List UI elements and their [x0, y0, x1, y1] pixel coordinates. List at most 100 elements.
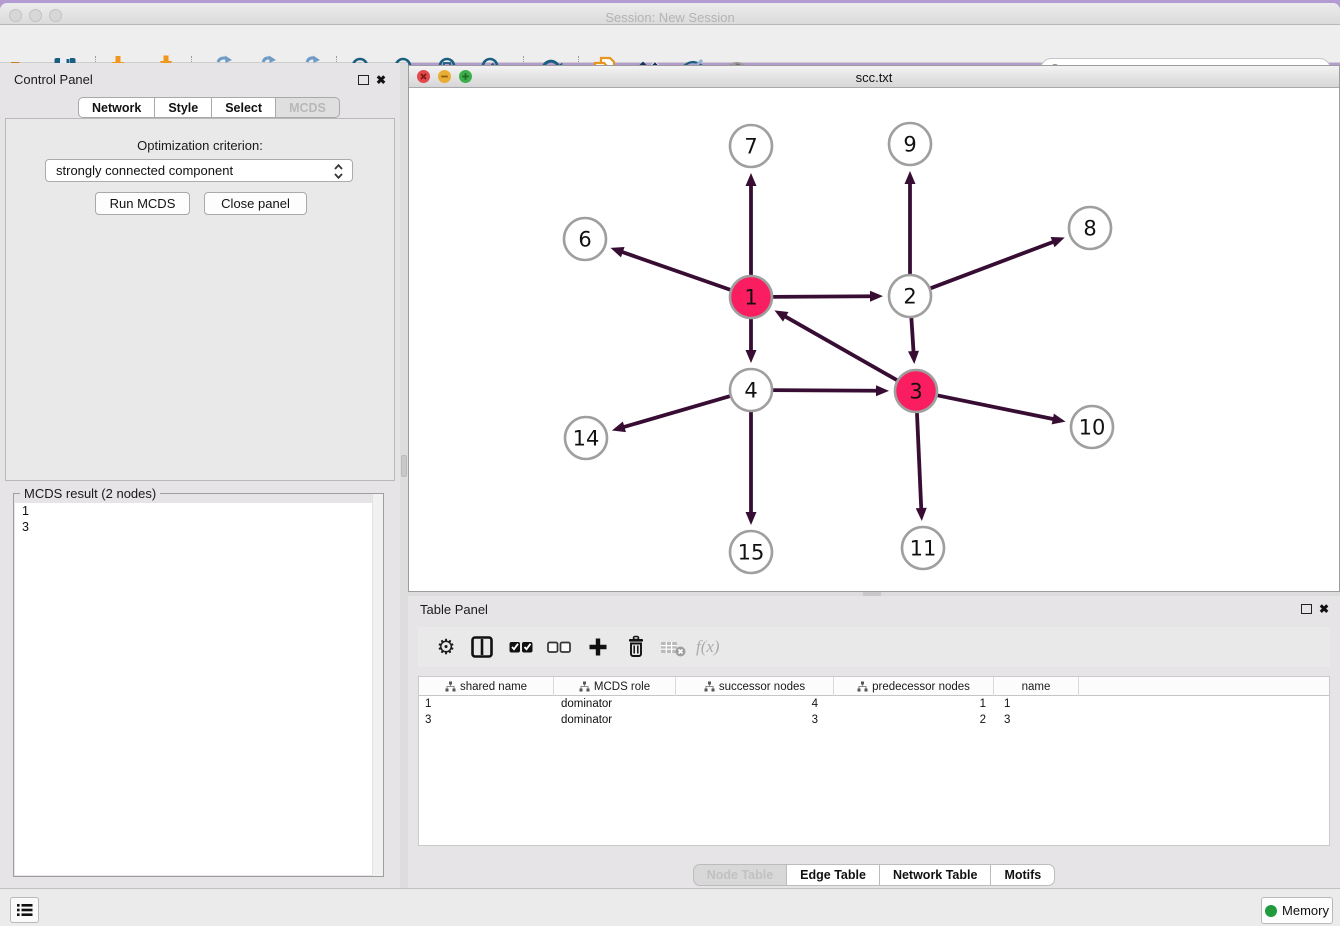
table-row[interactable]: 1dominator411	[419, 696, 1329, 712]
column-label: name	[1022, 681, 1051, 693]
arrowhead-icon	[746, 350, 757, 363]
select-all-icon[interactable]	[506, 632, 536, 662]
mcds-panel: Optimization criterion: strongly connect…	[5, 118, 395, 481]
table-body: 1dominator4113dominator323	[419, 696, 1329, 728]
column-header-MCDS-role[interactable]: MCDS role	[554, 677, 676, 696]
cell-predecessor-nodes[interactable]: 1	[834, 696, 994, 712]
tab-node-table[interactable]: Node Table	[693, 864, 787, 886]
cell-MCDS-role[interactable]: dominator	[554, 712, 676, 728]
add-column-icon[interactable]	[583, 632, 613, 662]
delete-column-icon[interactable]	[621, 632, 651, 662]
close-panel-button[interactable]: Close panel	[204, 192, 307, 215]
settings-gear-icon[interactable]: ⚙	[431, 632, 461, 662]
arrowhead-icon	[908, 351, 919, 364]
show-columns-icon[interactable]	[467, 632, 497, 662]
arrowhead-icon	[870, 291, 883, 302]
optimization-criterion-label: Optimization criterion:	[6, 138, 394, 153]
node-label-8: 8	[1083, 217, 1096, 241]
edge-4-14[interactable]	[621, 395, 733, 428]
network-canvas[interactable]: 7968124314101511	[409, 88, 1339, 591]
edge-1-6[interactable]	[619, 251, 733, 291]
edge-3-10[interactable]	[935, 395, 1057, 420]
column-tree-icon	[704, 681, 715, 692]
tab-network-table[interactable]: Network Table	[880, 864, 992, 886]
table-panel: Table Panel ✖ ⚙ f(x) shared nameMCDS rol…	[408, 596, 1340, 888]
arrowhead-icon	[746, 173, 757, 186]
network-window-title: scc.txt	[409, 70, 1339, 85]
column-header-shared-name[interactable]: shared name	[419, 677, 554, 696]
window-title: Session: New Session	[0, 10, 1340, 25]
node-label-7: 7	[744, 135, 757, 159]
cell-shared-name[interactable]: 1	[419, 696, 554, 712]
node-label-6: 6	[578, 228, 591, 252]
cell-predecessor-nodes[interactable]: 2	[834, 712, 994, 728]
edge-3-11[interactable]	[917, 410, 922, 512]
mcds-result-title: MCDS result (2 nodes)	[20, 486, 160, 501]
node-label-15: 15	[738, 541, 765, 565]
column-header-successor-nodes[interactable]: successor nodes	[676, 677, 834, 696]
column-label: predecessor nodes	[872, 681, 970, 693]
column-label: MCDS role	[594, 681, 650, 693]
edge-2-3[interactable]	[911, 315, 914, 355]
control-panel-float-icon[interactable]	[358, 75, 369, 85]
tab-motifs[interactable]: Motifs	[991, 864, 1055, 886]
main-toolbar	[0, 25, 1340, 63]
table-panel-close-icon[interactable]: ✖	[1319, 603, 1329, 615]
arrowhead-icon	[612, 422, 626, 433]
run-mcds-button[interactable]: Run MCDS	[95, 192, 190, 215]
function-builder-icon[interactable]: f(x)	[696, 632, 726, 662]
table-row[interactable]: 3dominator323	[419, 712, 1329, 728]
tab-mcds[interactable]: MCDS	[276, 97, 340, 118]
arrowhead-icon	[746, 512, 757, 525]
cell-shared-name[interactable]: 3	[419, 712, 554, 728]
tab-edge-table[interactable]: Edge Table	[787, 864, 880, 886]
network-window-titlebar: scc.txt	[409, 66, 1339, 88]
tab-select[interactable]: Select	[212, 97, 276, 118]
edge-3-1[interactable]	[782, 315, 899, 382]
cell-name[interactable]: 1	[994, 696, 1079, 712]
arrowhead-icon	[916, 508, 927, 521]
cell-name[interactable]: 3	[994, 712, 1079, 728]
control-panel-close-icon[interactable]: ✖	[376, 74, 386, 86]
tab-style[interactable]: Style	[155, 97, 212, 118]
memory-button[interactable]: Memory	[1261, 897, 1333, 924]
delete-table-icon[interactable]	[658, 632, 688, 662]
edge-1-2[interactable]	[770, 296, 874, 297]
cell-successor-nodes[interactable]: 3	[676, 712, 834, 728]
column-tree-icon	[579, 681, 590, 692]
node-label-2: 2	[903, 285, 916, 309]
memory-status-icon	[1265, 905, 1277, 917]
vertical-splitter[interactable]	[400, 63, 408, 888]
cell-MCDS-role[interactable]: dominator	[554, 696, 676, 712]
table-toolbar: ⚙ f(x)	[418, 627, 1330, 667]
arrowhead-icon	[610, 247, 624, 257]
mcds-result-group: MCDS result (2 nodes) 13	[13, 493, 384, 877]
criterion-value: strongly connected component	[56, 163, 233, 178]
cell-successor-nodes[interactable]: 4	[676, 696, 834, 712]
column-label: shared name	[460, 681, 527, 693]
arrowhead-icon	[1052, 414, 1066, 425]
node-label-3: 3	[909, 380, 922, 404]
arrowhead-icon	[1051, 237, 1065, 247]
table-panel-float-icon[interactable]	[1301, 604, 1312, 614]
splitter-grip[interactable]	[401, 455, 407, 477]
control-panel: Control Panel ✖ NetworkStyleSelectMCDS O…	[0, 63, 400, 888]
node-label-11: 11	[910, 537, 937, 561]
node-table: shared name MCDS role successor nodes prede…	[418, 676, 1330, 846]
deselect-all-icon[interactable]	[544, 632, 574, 662]
task-history-button[interactable]	[10, 897, 39, 923]
arrowhead-icon	[905, 171, 916, 184]
node-label-9: 9	[903, 133, 916, 157]
status-bar: Memory	[0, 888, 1340, 926]
table-header-row: shared name MCDS role successor nodes prede…	[419, 677, 1329, 696]
mcds-result-scrollbar[interactable]	[372, 494, 383, 876]
column-header-predecessor-nodes[interactable]: predecessor nodes	[834, 677, 994, 696]
table-tabs: Node TableEdge TableNetwork TableMotifs	[408, 864, 1340, 886]
column-header-name[interactable]: name	[994, 677, 1079, 696]
edge-4-3[interactable]	[770, 390, 880, 391]
edge-2-8[interactable]	[928, 241, 1057, 290]
mcds-result-list[interactable]: 13	[15, 503, 382, 875]
node-label-14: 14	[573, 427, 600, 451]
tab-network[interactable]: Network	[78, 97, 155, 118]
criterion-select[interactable]: strongly connected component	[45, 159, 353, 182]
